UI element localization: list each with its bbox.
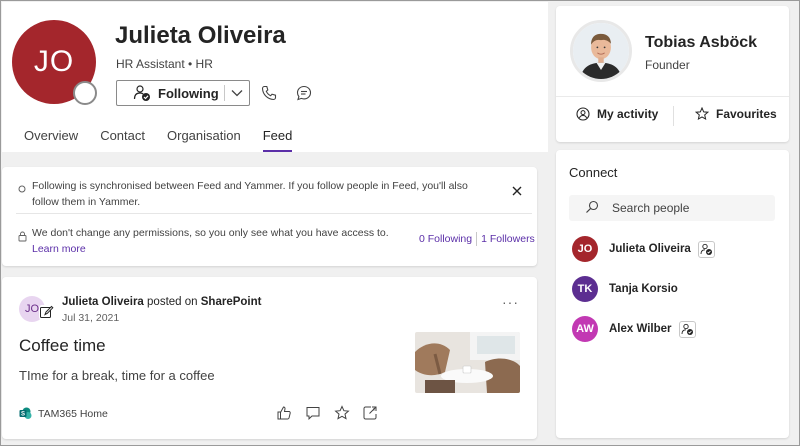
contact-avatar: JO [572,236,598,262]
tab-contact[interactable]: Contact [100,128,145,154]
post-title[interactable]: Coffee time [19,336,106,356]
post-body: TIme for a break, time for a coffee [19,368,215,383]
followers-count-link[interactable]: 1 Followers [481,233,535,245]
my-activity-label: My activity [597,107,659,121]
follow-info-banner: Following is synchronised between Feed a… [2,167,537,266]
permission-message: We don't change any permissions, so you … [32,225,412,257]
following-label: Following [158,85,219,101]
profile-header: JO Julieta Oliveira HR Assistant • HR Fo… [2,2,548,152]
tab-feed[interactable]: Feed [262,128,292,154]
profile-tabs: Overview Contact Organisation Feed [24,128,314,154]
share-icon[interactable] [362,405,378,421]
following-person-icon [133,85,150,101]
info-icon [18,185,26,193]
post-header: Julieta Oliveira posted on SharePoint [62,296,261,308]
star-icon [695,107,709,121]
follow-toggle[interactable] [678,320,696,338]
my-role: Founder [645,58,690,72]
contact-item[interactable]: TK Tanja Korsio [572,276,678,302]
feed-post: JO Julieta Oliveira posted on SharePoint… [2,277,537,439]
connect-card: Connect JO Julieta Oliveira TK Tanja Kor… [556,150,789,438]
post-author-name[interactable]: Julieta Oliveira [62,296,144,308]
post-site-link[interactable]: SharePoint [201,296,262,308]
activity-icon [576,107,590,121]
profile-title: HR Assistant • HR [116,57,213,71]
contact-avatar: TK [572,276,598,302]
connect-title: Connect [569,165,618,180]
button-divider [673,106,674,126]
counts-divider [476,232,478,246]
contact-item[interactable]: AW Alex Wilber [572,316,696,342]
phone-icon[interactable] [260,84,278,102]
sharepoint-icon: S [19,407,32,419]
sync-message: Following is synchronised between Feed a… [32,180,468,208]
follow-toggle[interactable] [697,240,715,258]
profile-initials: JO [33,45,75,78]
contact-avatar: AW [572,316,598,342]
contact-name: Tanja Korsio [609,283,678,295]
chevron-down-icon[interactable] [230,86,244,100]
coffee-image[interactable] [415,332,520,393]
button-divider [224,85,225,101]
permission-text: We don't change any permissions, so you … [32,227,389,239]
my-activity-button[interactable]: My activity [576,107,658,121]
following-count-link[interactable]: 0 Following [419,233,472,245]
contact-item[interactable]: JO Julieta Oliveira [572,236,715,262]
following-icon [681,323,693,335]
following-icon [700,243,712,255]
lock-icon [18,231,27,242]
contact-initials: TK [577,283,593,295]
my-name: Tobias Asböck [645,34,758,51]
divider [16,213,532,214]
search-people-input[interactable] [612,197,762,219]
svg-text:S: S [21,412,25,418]
presence-status-icon [73,81,97,105]
edit-icon [39,305,54,320]
tab-organisation[interactable]: Organisation [167,128,241,154]
my-profile-card: Tobias Asböck Founder My activity Favour… [556,6,789,142]
search-icon [586,200,599,213]
post-date: Jul 31, 2021 [62,312,120,324]
learn-more-link[interactable]: Learn more [32,243,86,255]
profile-name: Julieta Oliveira [115,22,286,49]
close-icon[interactable] [510,184,524,198]
favourites-label: Favourites [716,107,777,121]
contact-initials: JO [577,243,593,255]
chat-icon[interactable] [295,84,313,102]
posted-on-text: posted on [147,296,198,308]
more-options-icon[interactable]: ··· [502,294,519,310]
post-source[interactable]: TAM365 Home [38,408,108,420]
favourite-icon[interactable] [334,405,350,421]
tab-overview[interactable]: Overview [24,128,78,154]
follow-counts: 0 Following 1 Followers [419,232,535,246]
following-button[interactable]: Following [116,80,250,106]
divider [556,96,789,97]
favourites-button[interactable]: Favourites [695,107,777,121]
like-icon[interactable] [276,405,292,421]
contact-initials: AW [576,323,594,335]
post-author-initials: JO [24,303,40,315]
comment-icon[interactable] [305,405,321,421]
my-profile-photo[interactable] [570,20,632,82]
contact-name: Alex Wilber [609,323,672,335]
contact-name: Julieta Oliveira [609,243,691,255]
